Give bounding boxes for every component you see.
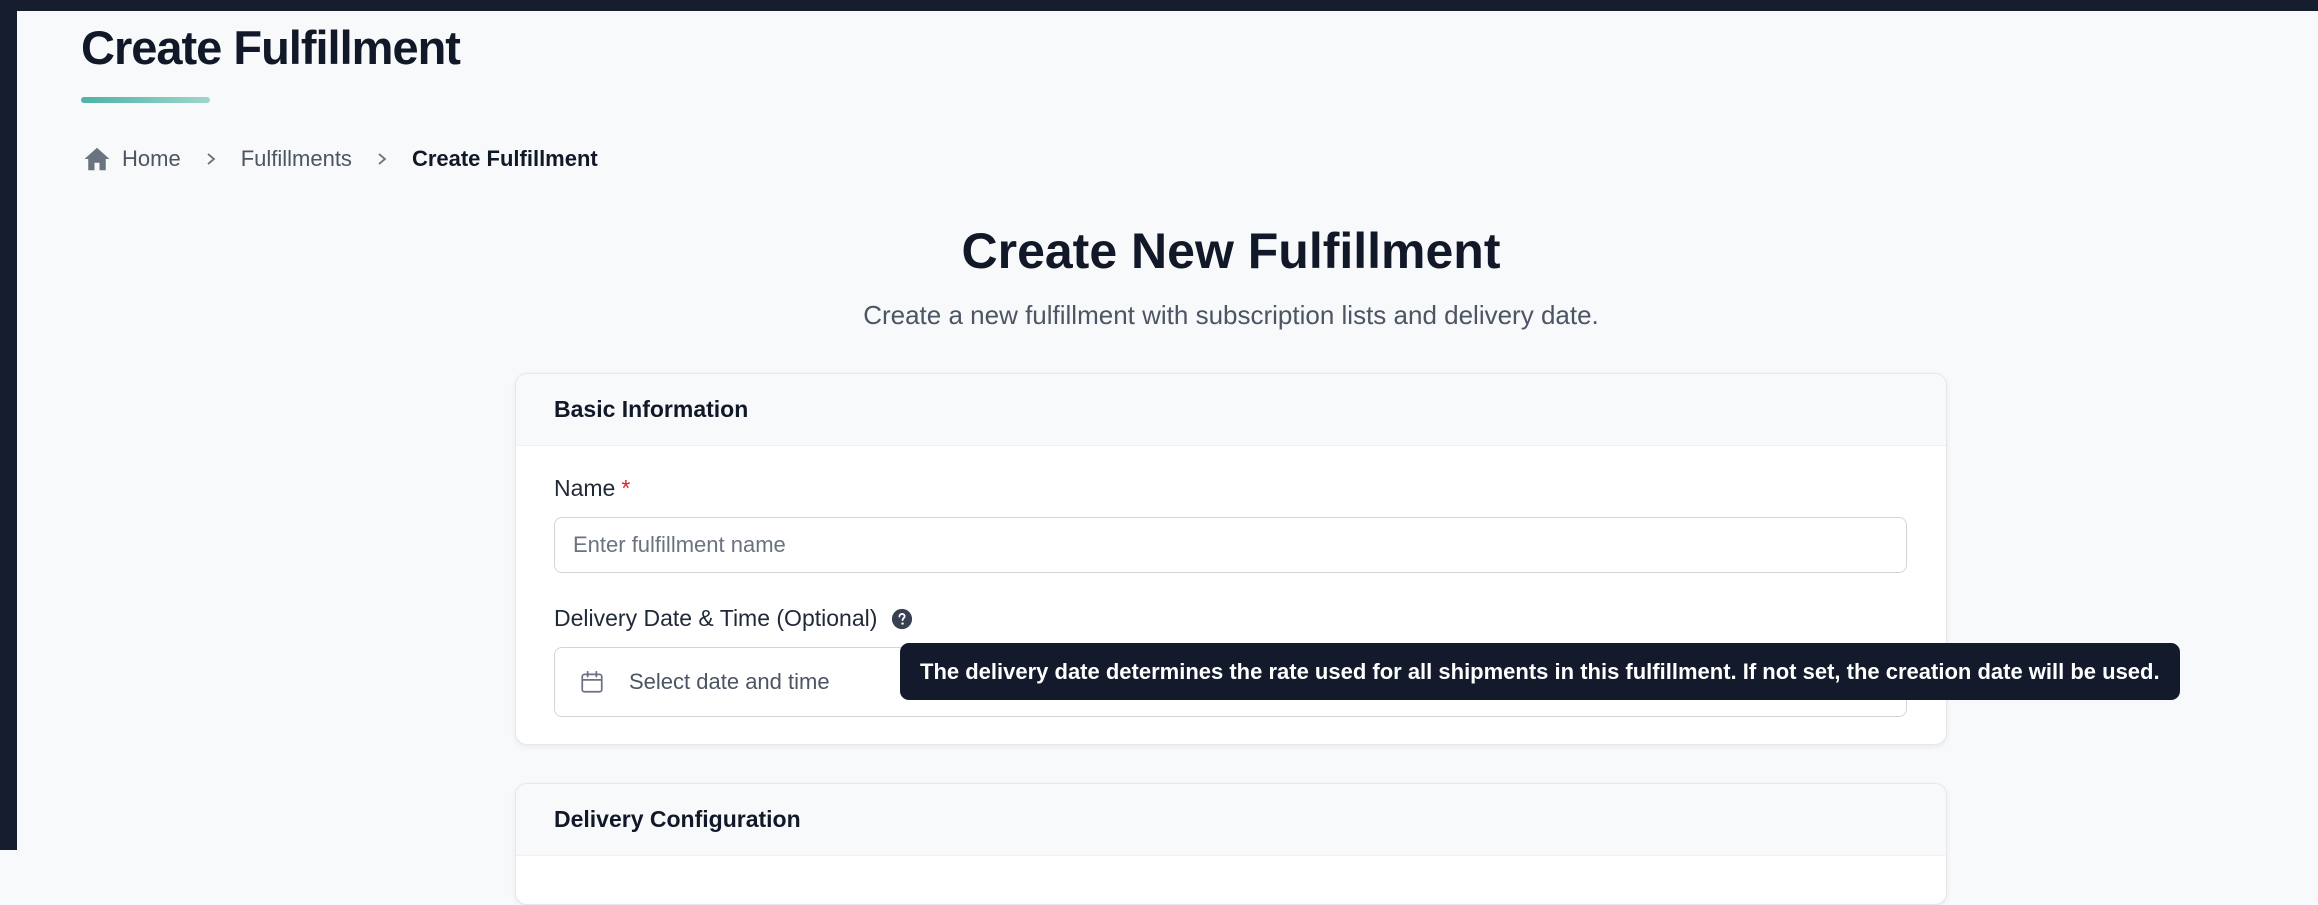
name-field-label: Name *	[554, 475, 630, 502]
delivery-date-label-text: Delivery Date & Time (Optional)	[554, 605, 878, 631]
main-subheading: Create a new fulfillment with subscripti…	[863, 300, 1599, 330]
delivery-date-placeholder: Select date and time	[629, 669, 830, 694]
breadcrumb: Home Fulfillments Create Fulfillment	[82, 142, 598, 176]
chevron-right-icon	[204, 152, 218, 166]
chevron-right-icon	[375, 152, 389, 166]
page-title: Create Fulfillment	[81, 21, 461, 74]
main-heading: Create New Fulfillment	[961, 223, 1501, 279]
breadcrumb-current: Create Fulfillment	[411, 146, 598, 171]
card-header-basic-information: Basic Information	[516, 374, 1946, 446]
required-asterisk: *	[621, 475, 631, 501]
top-app-bar	[0, 0, 2318, 11]
title-underline	[81, 97, 210, 103]
left-app-rail	[0, 0, 17, 850]
name-input[interactable]	[554, 517, 1907, 573]
question-circle-icon[interactable]	[891, 608, 913, 630]
breadcrumb-home-label: Home	[122, 146, 181, 171]
breadcrumb-home[interactable]: Home	[82, 144, 181, 174]
breadcrumb-fulfillments[interactable]: Fulfillments	[241, 146, 352, 172]
delivery-date-field-label: Delivery Date & Time (Optional)	[554, 605, 913, 632]
calendar-icon	[581, 670, 603, 693]
delivery-date-tooltip: The delivery date determines the rate us…	[900, 643, 2180, 700]
delivery-configuration-card: Delivery Configuration	[515, 783, 1947, 905]
name-label-text: Name	[554, 475, 616, 501]
home-icon	[84, 147, 110, 171]
card-header-delivery-configuration: Delivery Configuration	[516, 784, 1946, 856]
